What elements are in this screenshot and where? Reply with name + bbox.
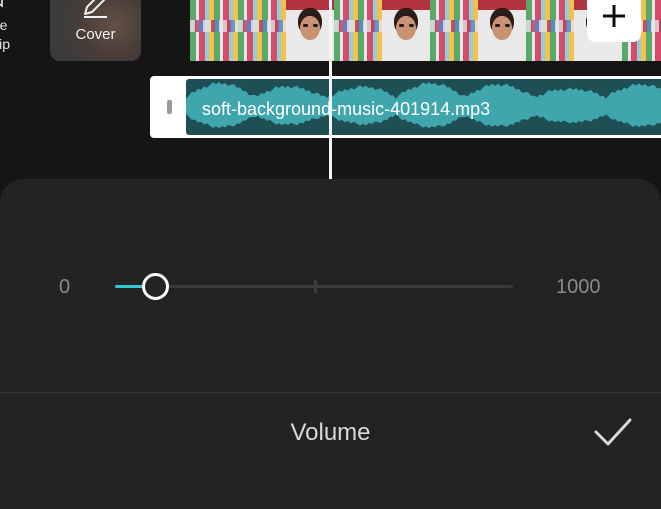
video-frame xyxy=(478,0,526,61)
mute-clip-label-line1: ute xyxy=(0,17,8,33)
volume-slider[interactable] xyxy=(115,273,513,300)
audio-clip[interactable]: soft-background-music-401914.mp3 xyxy=(150,76,661,138)
playhead[interactable] xyxy=(329,0,332,180)
video-frame xyxy=(430,0,478,61)
volume-max-label: 1000 xyxy=(556,276,601,298)
video-frame xyxy=(334,0,382,61)
plus-icon xyxy=(603,5,625,27)
mute-clip-button[interactable]: ute lip xyxy=(0,0,28,60)
panel-divider xyxy=(0,392,661,393)
edit-pencil-icon xyxy=(84,0,107,18)
volume-slider-midpoint-tick xyxy=(314,280,317,293)
confirm-button[interactable] xyxy=(590,412,638,452)
cover-label: Cover xyxy=(75,26,116,43)
video-frame xyxy=(190,0,238,61)
add-clip-button[interactable] xyxy=(587,0,641,42)
video-frame xyxy=(286,0,334,61)
video-frame xyxy=(382,0,430,61)
volume-panel: 0 1000 Volume xyxy=(0,179,661,509)
volume-min-label: 0 xyxy=(59,276,71,298)
speaker-mute-icon xyxy=(0,0,3,8)
audio-clip-trim-handle[interactable] xyxy=(167,100,172,114)
cover-button[interactable]: Cover xyxy=(50,0,141,61)
video-frame xyxy=(238,0,286,61)
video-frame xyxy=(526,0,574,61)
audio-waveform: soft-background-music-401914.mp3 xyxy=(186,79,661,135)
volume-slider-thumb[interactable] xyxy=(142,273,169,300)
panel-title: Volume xyxy=(290,419,371,446)
audio-clip-name: soft-background-music-401914.mp3 xyxy=(202,99,491,119)
checkmark-icon xyxy=(594,418,632,446)
mute-clip-label-line2: lip xyxy=(0,36,11,52)
